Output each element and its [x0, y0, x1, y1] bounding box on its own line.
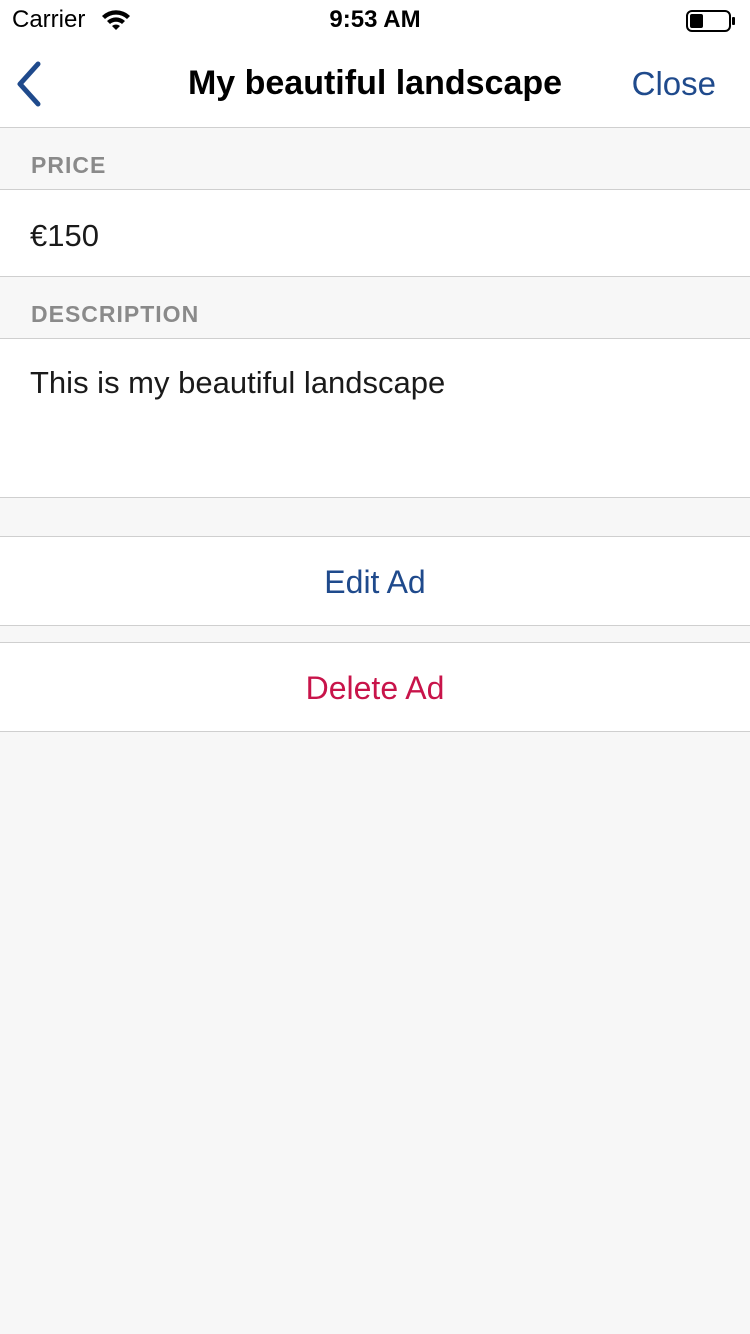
price-value: €150 [30, 218, 99, 253]
description-value: This is my beautiful landscape [30, 365, 446, 400]
navigation-bar: My beautiful landscape Close [0, 40, 750, 128]
edit-ad-button[interactable]: Edit Ad [0, 536, 750, 626]
price-header-label: PRICE [31, 152, 107, 178]
back-button[interactable] [10, 58, 54, 110]
description-header-label: DESCRIPTION [31, 301, 200, 327]
close-button[interactable]: Close [632, 65, 716, 103]
chevron-left-icon [17, 61, 41, 107]
delete-ad-button[interactable]: Delete Ad [0, 642, 750, 732]
clock: 9:53 AM [329, 6, 421, 33]
description-section-header: DESCRIPTION [0, 277, 750, 338]
price-cell: €150 [0, 189, 750, 277]
edit-ad-label: Edit Ad [324, 564, 426, 600]
delete-ad-label: Delete Ad [305, 670, 445, 706]
price-section-header: PRICE [0, 128, 750, 189]
description-cell: This is my beautiful landscape [0, 338, 750, 498]
battery-icon [686, 10, 736, 32]
status-bar: Carrier 9:53 AM [0, 0, 750, 40]
page-title: My beautiful landscape [187, 64, 563, 102]
